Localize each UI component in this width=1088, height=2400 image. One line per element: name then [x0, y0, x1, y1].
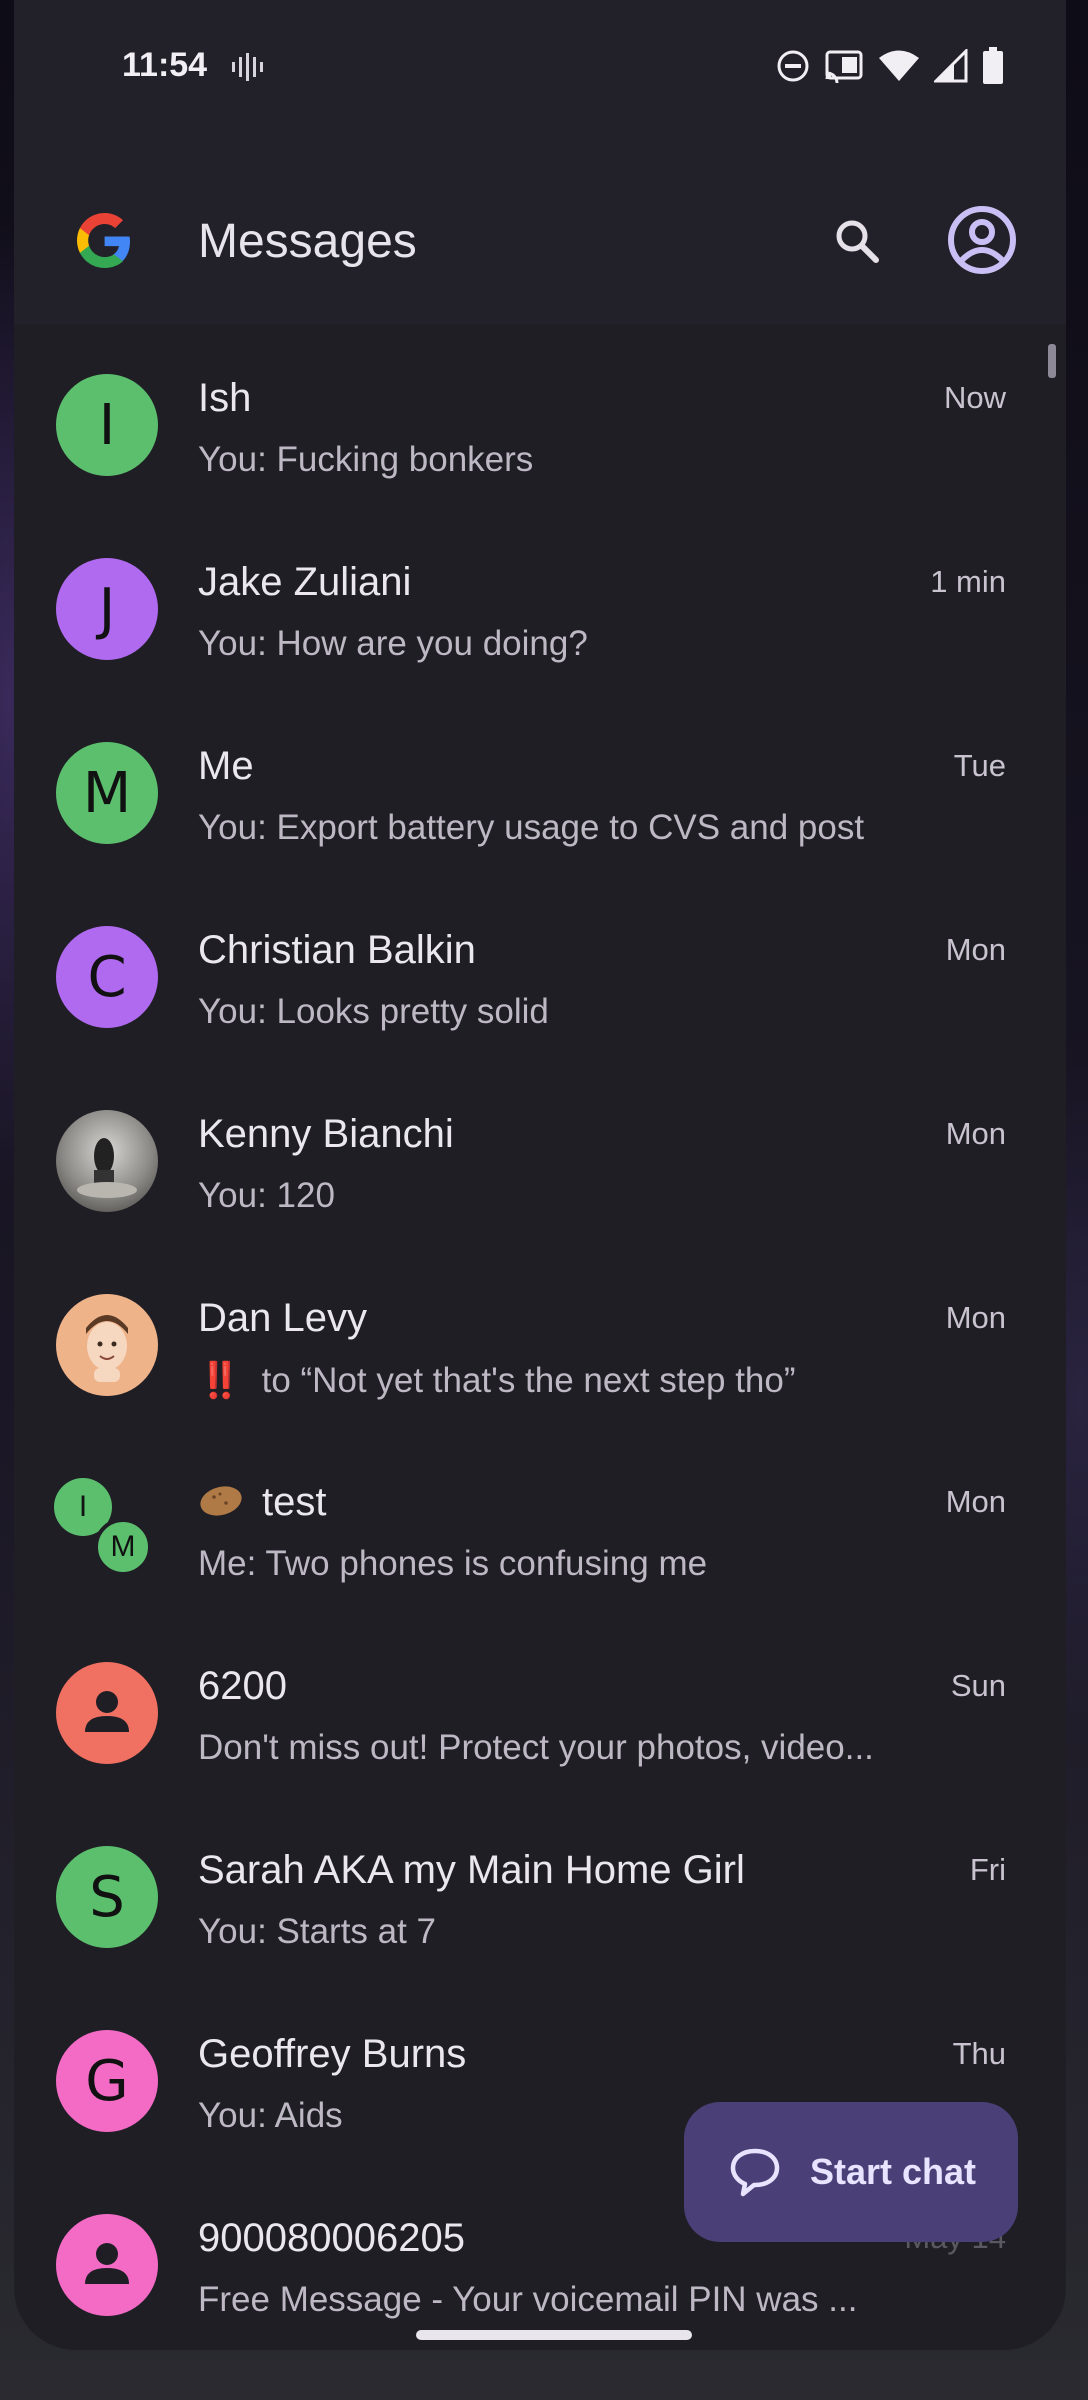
- conversation-time: Fri: [969, 1852, 1006, 1887]
- avatar: I: [56, 374, 158, 476]
- double-exclamation-icon: ‼️: [198, 1361, 242, 1400]
- vibrate-icon: [232, 53, 263, 81]
- conversation-row-sarah[interactable]: S Sarah AKA my Main Home Girl You: Start…: [14, 1796, 1066, 1980]
- conversation-name: Kenny Bianchi: [198, 1112, 454, 1156]
- avatar-person: [56, 1662, 158, 1764]
- conversation-time: Mon: [945, 1484, 1006, 1519]
- conversation-snippet: You: 120: [198, 1176, 335, 1215]
- avatar: S: [56, 1846, 158, 1948]
- start-chat-label: Start chat: [810, 2151, 977, 2192]
- conversation-name: test: [198, 1480, 326, 1525]
- do-not-disturb-icon: [777, 50, 809, 82]
- search-icon: [836, 220, 879, 263]
- conversation-time: Mon: [945, 1300, 1006, 1335]
- person-icon: [85, 2243, 129, 2284]
- avatar-photo: [56, 1110, 158, 1212]
- conversation-row-dan-levy[interactable]: Dan Levy ‼️ to “Not yet that's the next s…: [14, 1244, 1066, 1428]
- conversation-time: Now: [943, 380, 1006, 415]
- battery-icon: [983, 47, 1003, 84]
- conversation-time: Thu: [952, 2036, 1006, 2071]
- conversation-name: 900080006205: [198, 2216, 465, 2260]
- group-avatar: I M: [54, 1478, 164, 1588]
- conversation-name: 6200: [198, 1664, 287, 1708]
- conversation-snippet: You: Looks pretty solid: [198, 992, 549, 1031]
- status-icons: [776, 46, 1004, 86]
- conversation-row-me[interactable]: M Me You: Export battery usage to CVS an…: [14, 692, 1066, 876]
- conversation-name: Dan Levy: [198, 1296, 367, 1340]
- search-button[interactable]: [824, 208, 890, 274]
- conversation-snippet: You: How are you doing?: [198, 624, 588, 663]
- avatar: C: [56, 926, 158, 1028]
- conversation-row-christian-balkin[interactable]: C Christian Balkin You: Looks pretty sol…: [14, 876, 1066, 1060]
- app-bar: Messages: [14, 130, 1066, 324]
- conversation-snippet: You: Starts at 7: [198, 1912, 437, 1951]
- messages-app-window: 11:54 Messages I Ish You: Fucking bonker…: [14, 0, 1066, 2350]
- account-circle-icon: [948, 206, 1016, 274]
- conversation-row-jake-zuliani[interactable]: J Jake Zuliani You: How are you doing? 1…: [14, 508, 1066, 692]
- conversation-time: Sun: [950, 1668, 1006, 1703]
- avatar-memoji: [56, 1294, 158, 1396]
- conversation-snippet: Free Message - Your voicemail PIN was ..…: [198, 2280, 858, 2319]
- conversation-snippet: Me: Two phones is confusing me: [198, 1544, 708, 1583]
- conversation-name: Christian Balkin: [198, 928, 476, 972]
- conversation-name: Sarah AKA my Main Home Girl: [198, 1848, 745, 1892]
- potato-icon: [200, 1486, 242, 1516]
- group-avatar-member-m: M: [94, 1518, 152, 1576]
- conversation-snippet: You: Aids: [198, 2096, 343, 2135]
- app-title: Messages: [198, 215, 417, 268]
- conversation-name: Ish: [198, 376, 252, 420]
- conversation-time: Mon: [945, 932, 1006, 967]
- conversation-snippet: ‼️ to “Not yet that's the next step tho”: [198, 1361, 796, 1400]
- avatar-photo-image: [77, 1138, 137, 1198]
- conversation-time: Tue: [953, 748, 1006, 783]
- status-bar: 11:54: [14, 0, 1066, 130]
- conversation-name: Jake Zuliani: [198, 560, 412, 604]
- cell-signal-icon: [934, 49, 968, 83]
- start-chat-button[interactable]: Start chat: [684, 2102, 1018, 2242]
- conversation-row-ish[interactable]: I Ish You: Fucking bonkers Now: [14, 324, 1066, 508]
- google-g-logo: [77, 213, 130, 268]
- conversation-snippet: You: Fucking bonkers: [198, 440, 534, 479]
- status-time: 11:54: [122, 46, 208, 84]
- conversation-name: Geoffrey Burns: [198, 2032, 467, 2076]
- chat-bubble-icon: [730, 2148, 780, 2197]
- conversation-snippet: Don't miss out! Protect your photos, vid…: [198, 1728, 874, 1767]
- conversation-time: Mon: [945, 1116, 1006, 1151]
- conversation-name: Me: [198, 744, 254, 788]
- memoji-face-icon: [86, 1315, 128, 1382]
- cast-icon: [825, 50, 863, 83]
- conversation-time: 1 min: [930, 564, 1006, 599]
- wifi-icon: [879, 50, 919, 81]
- account-button[interactable]: [944, 202, 1020, 278]
- avatar: G: [56, 2030, 158, 2132]
- person-icon: [85, 1691, 129, 1732]
- home-indicator[interactable]: [416, 2330, 692, 2340]
- conversation-list: I Ish You: Fucking bonkers Now J Jake Zu…: [14, 324, 1066, 2348]
- avatar-person: [56, 2214, 158, 2316]
- avatar: J: [56, 558, 158, 660]
- conversation-row-kenny-bianchi[interactable]: Kenny Bianchi You: 120 Mon: [14, 1060, 1066, 1244]
- conversation-row-test-group[interactable]: I M test Me: Two phones is confusing me …: [14, 1428, 1066, 1612]
- conversation-row-6200[interactable]: 6200 Don't miss out! Protect your photos…: [14, 1612, 1066, 1796]
- avatar: M: [56, 742, 158, 844]
- conversation-snippet: You: Export battery usage to CVS and pos…: [198, 808, 865, 847]
